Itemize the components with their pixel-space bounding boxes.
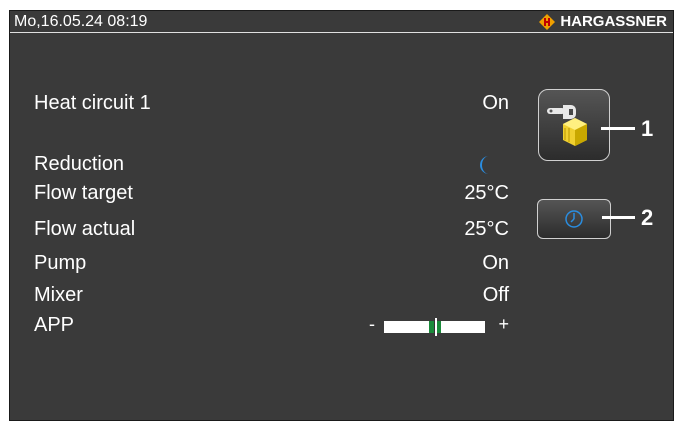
hargassner-logo-icon xyxy=(539,13,556,30)
heat-circuit-label: Heat circuit 1 xyxy=(34,92,151,114)
callout-number-2: 2 xyxy=(641,205,654,230)
flow-target-value: 25°C xyxy=(464,182,509,204)
status-bar: Mo,16.05.24 08:19 HARGASSNER xyxy=(10,11,673,33)
app-row: APP - + xyxy=(34,314,509,340)
app-label: APP xyxy=(34,314,75,336)
reduction-label: Reduction xyxy=(34,153,125,175)
mixer-value: Off xyxy=(482,284,509,306)
brand-name: HARGASSNER xyxy=(560,13,667,30)
pump-value: On xyxy=(482,252,509,274)
callout-line-2 xyxy=(602,216,635,219)
display-screen: Mo,16.05.24 08:19 HARGASSNER Heat circui… xyxy=(9,10,674,421)
settings-heat-circuit-button[interactable] xyxy=(538,89,610,161)
time-program-button[interactable] xyxy=(537,199,611,239)
clock-icon xyxy=(565,210,583,228)
slider-plus-label: + xyxy=(498,314,509,334)
heat-circuit-value: On xyxy=(482,92,509,114)
moon-icon xyxy=(480,156,489,174)
mixer-label: Mixer xyxy=(34,284,83,306)
brand: HARGASSNER xyxy=(539,13,667,30)
flow-target-label: Flow target xyxy=(34,182,133,204)
reduction-row: Reduction xyxy=(34,153,509,179)
wrench-and-cube-icon xyxy=(547,105,587,146)
callout-number-1: 1 xyxy=(641,116,654,141)
pump-label: Pump xyxy=(34,252,87,274)
flow-actual-label: Flow actual xyxy=(34,218,136,240)
app-slider[interactable]: - + xyxy=(369,314,509,338)
pump-row: Pump On xyxy=(34,252,509,278)
heat-circuit-row: Heat circuit 1 On xyxy=(34,92,509,118)
slider-thumb[interactable] xyxy=(434,318,437,336)
flow-target-row: Flow target 25°C xyxy=(34,182,509,208)
flow-actual-value: 25°C xyxy=(464,218,509,240)
mixer-row: Mixer Off xyxy=(34,284,509,310)
slider-minus-label: - xyxy=(369,314,375,334)
flow-actual-row: Flow actual 25°C xyxy=(34,218,509,244)
datetime: Mo,16.05.24 08:19 xyxy=(14,13,148,30)
slider-track[interactable] xyxy=(384,318,485,336)
callout-line-1 xyxy=(601,127,635,130)
